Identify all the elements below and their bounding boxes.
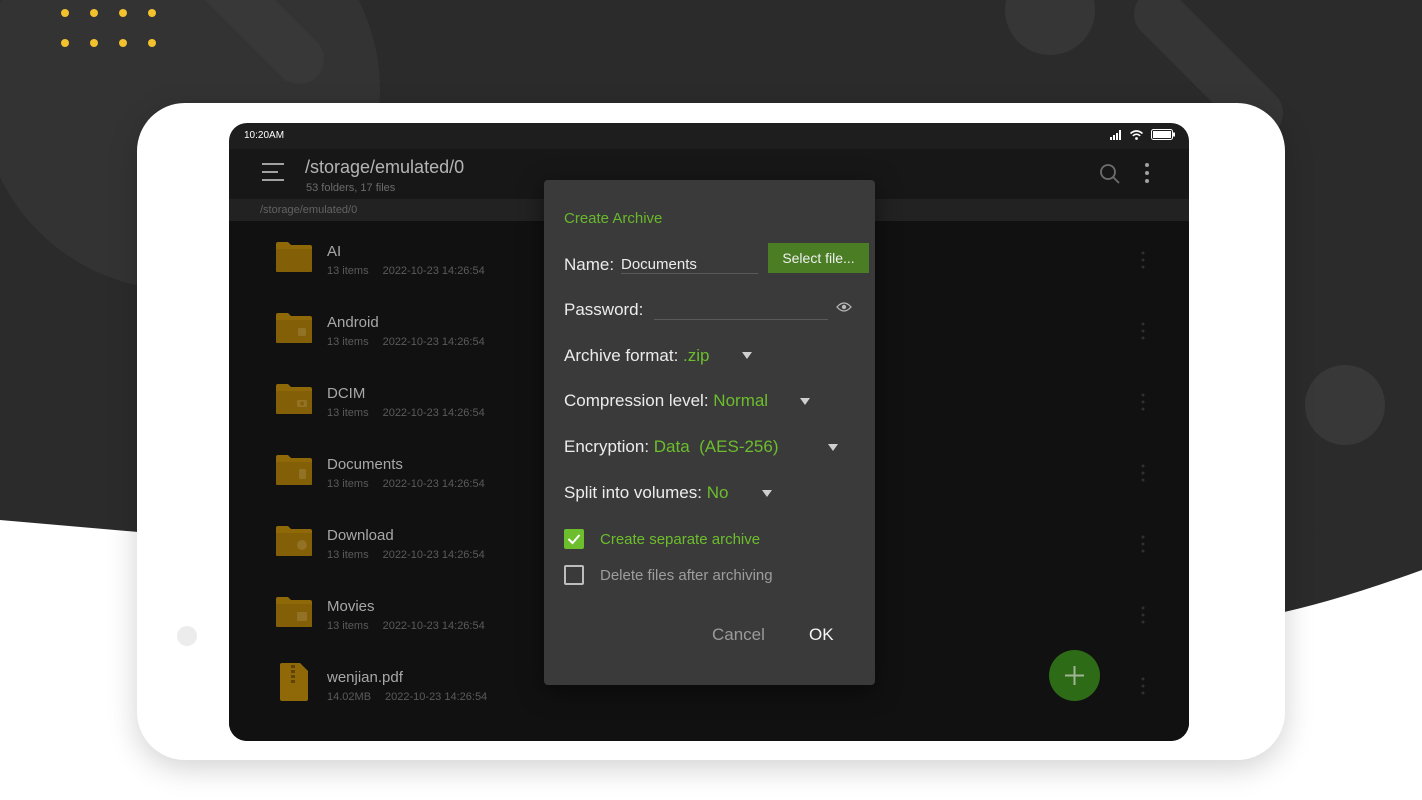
select-file-button[interactable]: Select file... [768, 243, 869, 273]
compression-level-label: Compression level: [564, 391, 709, 410]
chevron-down-icon [742, 352, 752, 359]
compression-level-value: Normal [713, 391, 769, 410]
create-separate-archive-label: Create separate archive [600, 531, 761, 548]
chevron-down-icon [800, 398, 810, 405]
password-input[interactable] [654, 298, 828, 320]
encryption-value: Data (AES-256) [653, 437, 779, 456]
signal-icon [1110, 129, 1121, 140]
cancel-button[interactable]: Cancel [712, 625, 765, 645]
status-icons [1110, 129, 1175, 140]
ok-button[interactable]: OK [809, 625, 834, 645]
check-icon [567, 534, 581, 545]
encryption-label: Encryption: [564, 437, 650, 456]
archive-format-label: Archive format: [564, 346, 679, 365]
status-time: 10:20AM [244, 130, 285, 141]
checkbox-checked[interactable] [564, 529, 584, 549]
battery-icon [1151, 129, 1175, 140]
chevron-down-icon [828, 444, 838, 451]
split-volumes-value: No [706, 483, 729, 502]
create-archive-dialog: Create Archive Name: Select file... Pass… [544, 180, 875, 685]
checkbox-unchecked[interactable] [564, 565, 584, 585]
create-separate-archive-checkbox[interactable]: Create separate archive [564, 529, 824, 551]
archive-name-input[interactable] [621, 250, 758, 274]
password-label: Password: [564, 300, 644, 319]
dialog-title: Create Archive [564, 210, 663, 227]
name-label: Name: [564, 255, 615, 274]
split-volumes-label: Split into volumes: [564, 483, 702, 502]
archive-format-value: .zip [683, 346, 710, 365]
status-bar: 10:20AM [229, 123, 1189, 149]
tablet-frame: 10:20AM /storage/emulated/0 53 folders, … [137, 103, 1285, 760]
device-screen: 10:20AM /storage/emulated/0 53 folders, … [229, 123, 1189, 741]
chevron-down-icon [762, 490, 772, 497]
delete-after-archiving-checkbox[interactable]: Delete files after archiving [564, 565, 824, 587]
wifi-icon [1130, 129, 1143, 140]
delete-after-archiving-label: Delete files after archiving [600, 567, 773, 584]
device-camera [177, 626, 197, 646]
eye-icon[interactable] [836, 301, 852, 313]
